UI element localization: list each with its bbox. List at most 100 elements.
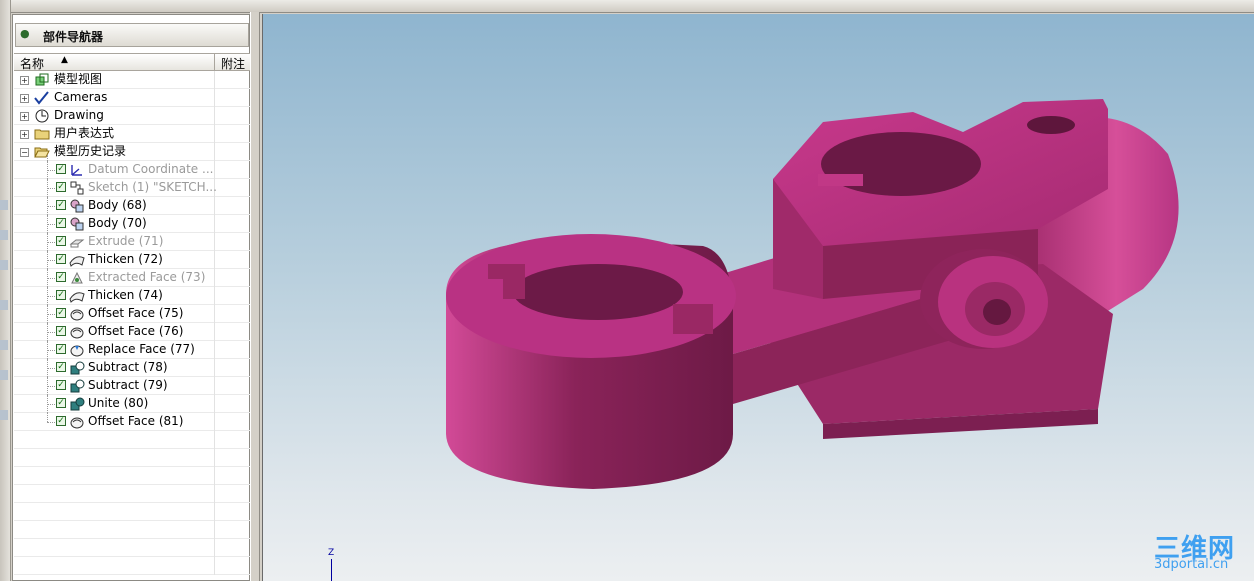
column-divider: [214, 89, 215, 107]
tree-row[interactable]: ✓ Replace Face (77): [14, 341, 250, 359]
column-divider: [214, 215, 215, 233]
tree-row-label: Body (68): [88, 198, 147, 212]
tree-row[interactable]: − 模型历史记录: [14, 143, 250, 161]
tree-connector: [47, 368, 55, 369]
tree-row-label: Datum Coordinate ...: [88, 162, 214, 176]
feature-checkbox[interactable]: ✓: [56, 398, 66, 408]
feature-checkbox[interactable]: ✓: [56, 380, 66, 390]
tree-connector: [47, 314, 55, 315]
column-divider: [214, 395, 215, 413]
datum-csys-icon: [69, 162, 85, 178]
tree-row[interactable]: ✓ Sketch (1) "SKETCH...: [14, 179, 250, 197]
extrude-icon: [69, 234, 85, 250]
tree-connector: [47, 395, 48, 413]
tree-row-label: 模型视图: [54, 72, 103, 86]
body-icon: [69, 198, 85, 214]
expand-icon[interactable]: +: [20, 130, 29, 139]
tree-row-label: Extrude (71): [88, 234, 164, 248]
extracted-face-icon: [69, 270, 85, 286]
tree-row-empty: [14, 521, 250, 539]
tree-row[interactable]: ✓ Offset Face (76): [14, 323, 250, 341]
replace-face-icon: [69, 342, 85, 358]
feature-checkbox[interactable]: ✓: [56, 416, 66, 426]
feature-checkbox[interactable]: ✓: [56, 164, 66, 174]
tree-row[interactable]: ✓ Unite (80): [14, 395, 250, 413]
tree-connector: [47, 341, 48, 359]
feature-checkbox[interactable]: ✓: [56, 308, 66, 318]
tree-connector: [47, 359, 48, 377]
tree-row[interactable]: ✓ Body (68): [14, 197, 250, 215]
column-divider: [214, 467, 215, 485]
column-divider: [214, 323, 215, 341]
tree-row[interactable]: ✓ Subtract (78): [14, 359, 250, 377]
tree-row[interactable]: ✓ Extracted Face (73): [14, 269, 250, 287]
tree-row[interactable]: + 用户表达式: [14, 125, 250, 143]
tree-row-label: 用户表达式: [54, 126, 115, 140]
tree-row-label: Subtract (79): [88, 378, 168, 392]
tree-row[interactable]: ✓ Datum Coordinate ...: [14, 161, 250, 179]
sketch-icon: [69, 180, 85, 196]
tree-connector: [47, 224, 55, 225]
tree-row-label: Offset Face (81): [88, 414, 184, 428]
tree-connector: [47, 197, 48, 215]
tree-row[interactable]: ✓ Thicken (72): [14, 251, 250, 269]
tree-connector: [47, 179, 48, 197]
feature-checkbox[interactable]: ✓: [56, 236, 66, 246]
tree-row[interactable]: + 模型视图: [14, 71, 250, 89]
column-attach-header[interactable]: 附注: [221, 55, 245, 72]
sort-ascending-icon[interactable]: ▲: [61, 55, 68, 65]
part-navigator-header[interactable]: ● 部件导航器: [15, 23, 249, 47]
tree-row[interactable]: ✓ Subtract (79): [14, 377, 250, 395]
tree-row[interactable]: ✓ Thicken (74): [14, 287, 250, 305]
top-toolbar-strip: [0, 0, 1254, 13]
pin-icon[interactable]: ●: [20, 28, 32, 40]
part-navigator-title: 部件导航器: [43, 30, 104, 44]
feature-checkbox[interactable]: ✓: [56, 272, 66, 282]
tree-row[interactable]: + Drawing: [14, 107, 250, 125]
tree-row-label: Thicken (72): [88, 252, 163, 266]
feature-checkbox[interactable]: ✓: [56, 218, 66, 228]
body-icon: [69, 216, 85, 232]
column-divider: [214, 449, 215, 467]
part-model: [446, 99, 1179, 489]
tree-row[interactable]: ✓ Offset Face (81): [14, 413, 250, 431]
feature-checkbox[interactable]: ✓: [56, 362, 66, 372]
tree-connector: [47, 269, 48, 287]
feature-checkbox[interactable]: ✓: [56, 290, 66, 300]
expand-icon[interactable]: +: [20, 112, 29, 121]
column-name-header[interactable]: 名称: [20, 55, 44, 72]
panel-splitter[interactable]: [250, 12, 260, 581]
column-divider: [214, 431, 215, 449]
tree-connector: [47, 233, 48, 251]
column-divider: [214, 269, 215, 287]
z-axis-label: Z: [328, 548, 335, 558]
collapse-icon[interactable]: −: [20, 148, 29, 157]
tree-row[interactable]: + Cameras: [14, 89, 250, 107]
watermark-url: 3dportal.cn: [1154, 557, 1229, 572]
feature-checkbox[interactable]: ✓: [56, 182, 66, 192]
tree-row-label: Drawing: [54, 108, 104, 122]
tree-row-label: Unite (80): [88, 396, 149, 410]
graphics-viewport[interactable]: Z: [262, 14, 1254, 581]
tree-row[interactable]: ✓ Offset Face (75): [14, 305, 250, 323]
thicken-icon: [69, 288, 85, 304]
feature-checkbox[interactable]: ✓: [56, 344, 66, 354]
tree-row[interactable]: ✓ Body (70): [14, 215, 250, 233]
tree-row-label: Sketch (1) "SKETCH...: [88, 180, 217, 194]
feature-checkbox[interactable]: ✓: [56, 200, 66, 210]
tree-connector: [47, 161, 48, 179]
feature-checkbox[interactable]: ✓: [56, 326, 66, 336]
tree-row-label: Cameras: [54, 90, 108, 104]
tree-connector: [47, 260, 55, 261]
tree-row-label: Body (70): [88, 216, 147, 230]
expand-icon[interactable]: +: [20, 94, 29, 103]
tree-row[interactable]: ✓ Extrude (71): [14, 233, 250, 251]
navigator-tree: + 模型视图 + Cameras + Drawing + 用户表达式 − 模型历史记录 ✓ Datum…: [14, 71, 250, 577]
feature-checkbox[interactable]: ✓: [56, 254, 66, 264]
column-divider[interactable]: [214, 54, 215, 70]
unite-icon: [69, 396, 85, 412]
tree-connector: [47, 215, 48, 233]
expand-icon[interactable]: +: [20, 76, 29, 85]
tree-row-label: Thicken (74): [88, 288, 163, 302]
tree-row-empty: [14, 539, 250, 557]
